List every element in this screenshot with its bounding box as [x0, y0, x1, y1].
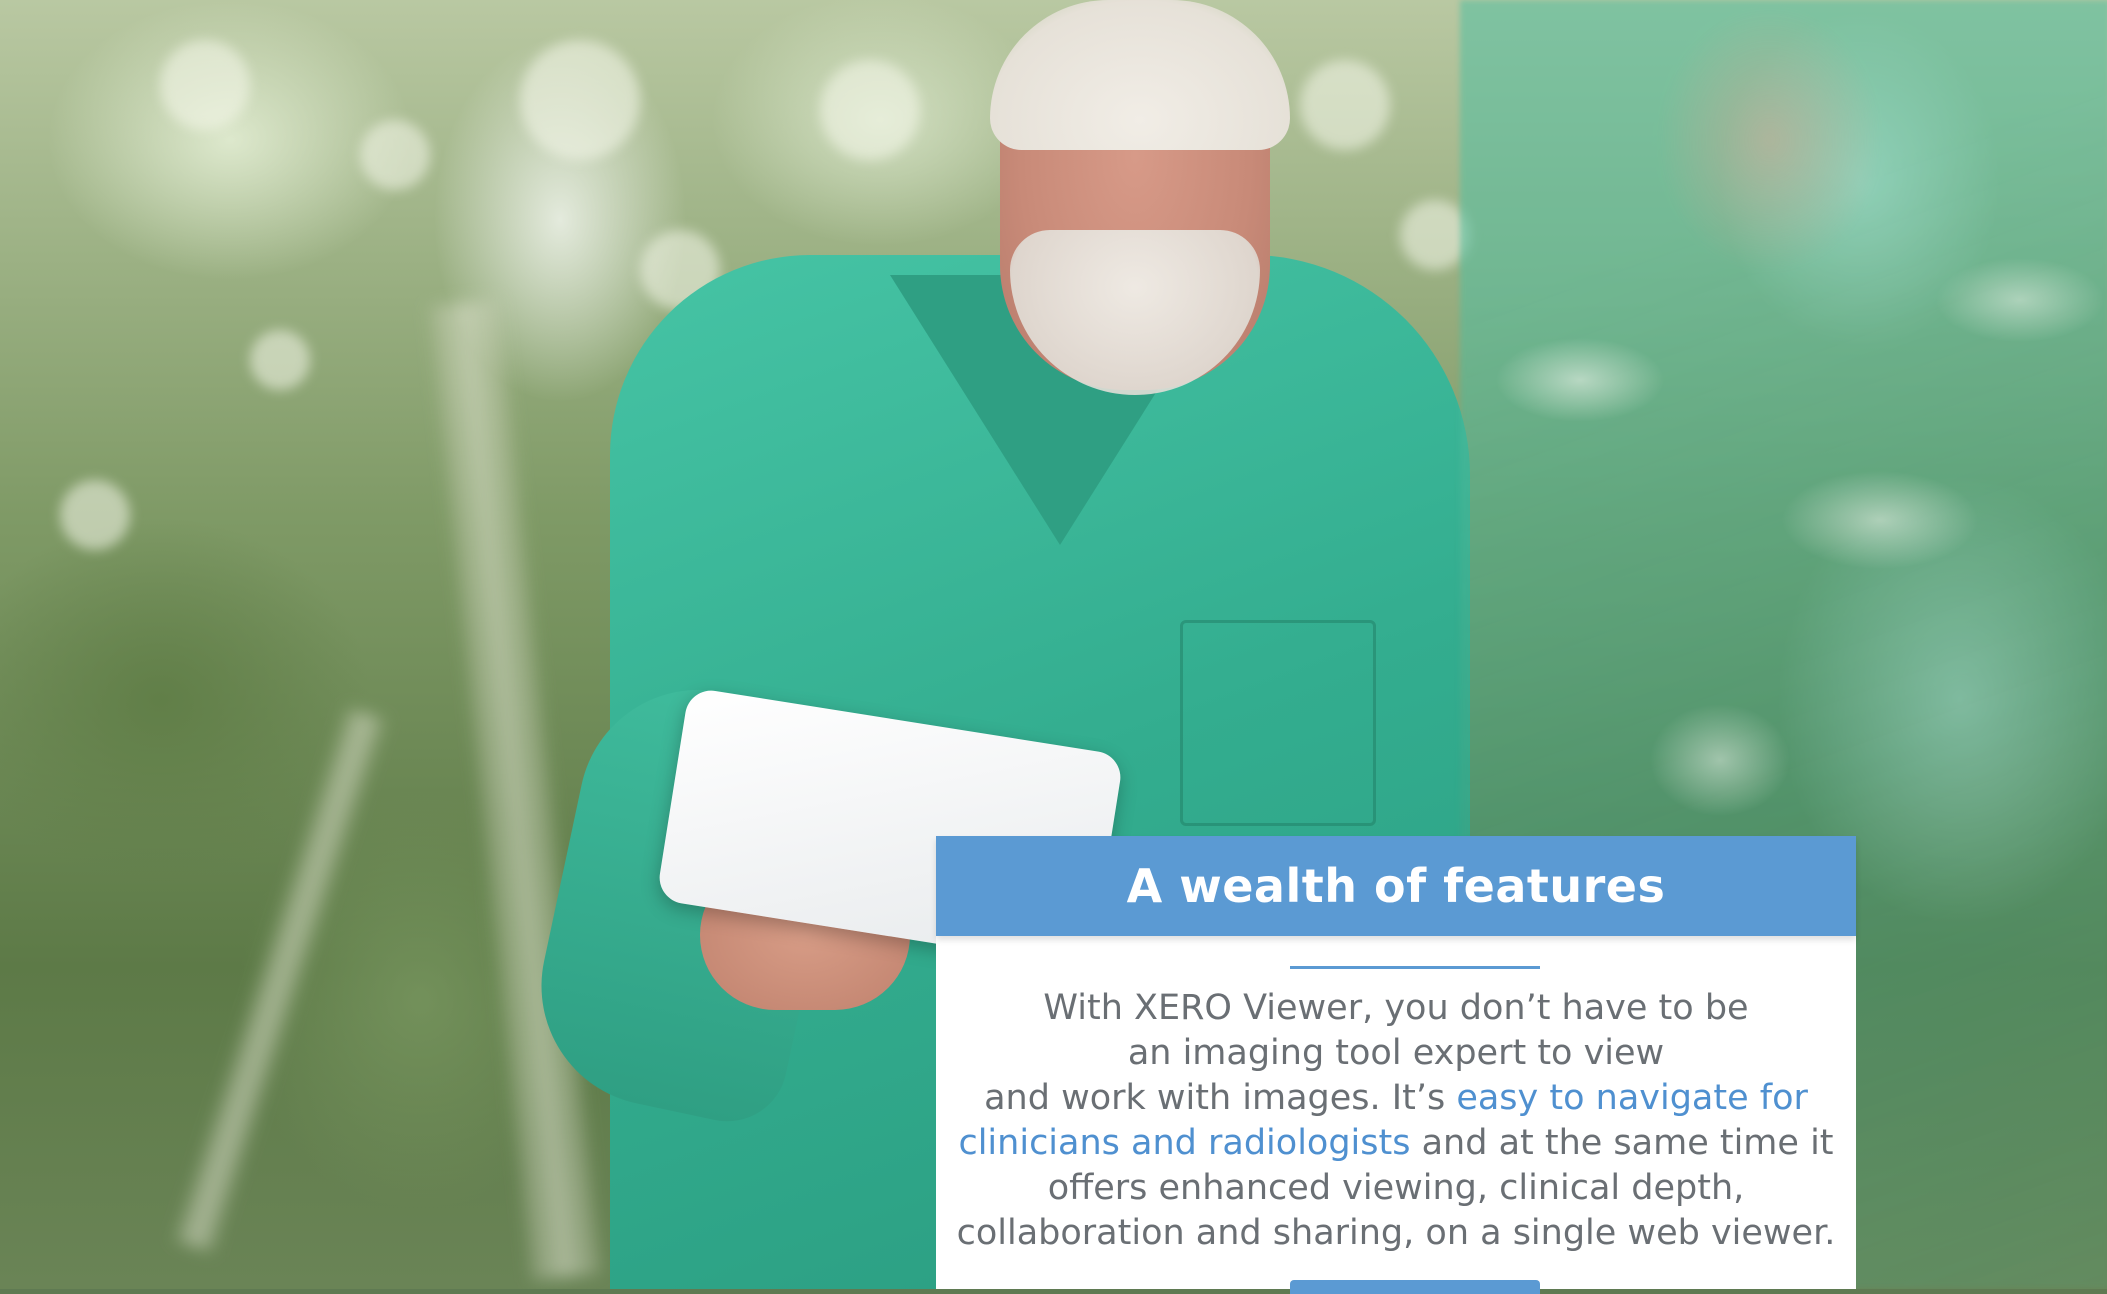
- body-line: and work with images. It’s easy to navig…: [956, 1076, 1836, 1121]
- body-line: collaboration and sharing, on a single w…: [956, 1213, 1836, 1253]
- body-text: and work with images. It’s: [984, 1078, 1457, 1118]
- body-line: With XERO Viewer, you don’t have to be: [1043, 988, 1749, 1028]
- body-line: offers enhanced viewing, clinical depth,: [1047, 1168, 1745, 1208]
- body-text: and at the same time it: [1410, 1123, 1834, 1163]
- feature-card-title: A wealth of features: [1126, 859, 1666, 913]
- body-line: clinicians and radiologists and at the s…: [956, 1121, 1836, 1166]
- learn-more-button[interactable]: [1290, 1280, 1540, 1294]
- highlight-link[interactable]: clinicians and radiologists: [958, 1123, 1410, 1163]
- feature-card-header: A wealth of features: [936, 836, 1856, 936]
- feature-card-body: With XERO Viewer, you don’t have to be a…: [956, 986, 1836, 1256]
- highlight-link[interactable]: easy to navigate for: [1456, 1078, 1808, 1118]
- body-line: an imaging tool expert to view: [1127, 1033, 1665, 1073]
- feature-card: A wealth of features With XERO Viewer, y…: [936, 836, 1856, 1294]
- title-divider: [1290, 966, 1540, 969]
